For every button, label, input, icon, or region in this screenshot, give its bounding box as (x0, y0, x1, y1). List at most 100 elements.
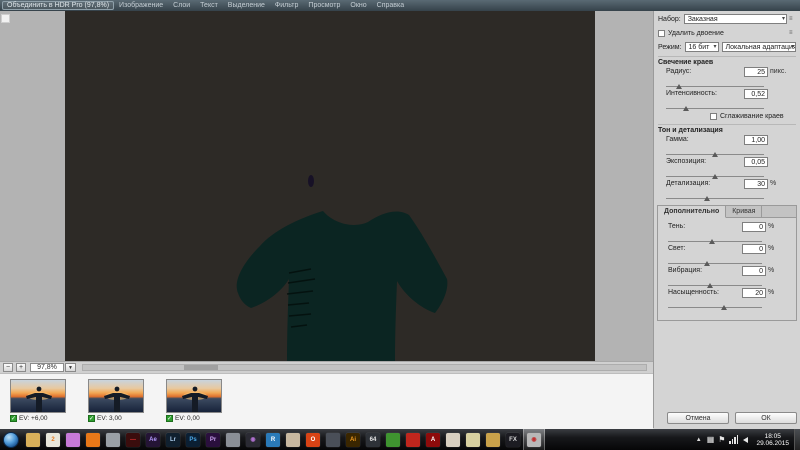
tone-slider-0: Гамма:1,00 (666, 135, 794, 157)
lens-icon-button[interactable]: ◉ (243, 429, 263, 450)
slider-value-input[interactable]: 1,00 (744, 135, 768, 145)
64-app-icon-button[interactable]: 64 (363, 429, 383, 450)
menu-выделение[interactable]: Выделение (228, 2, 265, 9)
ok-button[interactable]: ОК (735, 412, 797, 424)
smooth-edges-label: Сглаживание краев (720, 113, 784, 120)
zoom-out-button[interactable]: − (3, 363, 13, 372)
slider-track[interactable] (668, 237, 762, 242)
slider-value-input[interactable]: 0 (742, 222, 766, 232)
photoshop-icon-button[interactable]: Ps (183, 429, 203, 450)
menu-просмотр[interactable]: Просмотр (308, 2, 340, 9)
slider-track[interactable] (666, 172, 764, 177)
menu-фильтр[interactable]: Фильтр (275, 2, 299, 9)
thumbnail-art (89, 380, 144, 413)
counter-strike-icon-button[interactable] (323, 429, 343, 450)
video-app-icon-button[interactable]: — (123, 429, 143, 450)
explorer-icon-button[interactable] (23, 429, 43, 450)
thumbnail-image[interactable] (166, 379, 222, 413)
flag-icon[interactable]: ⚑ (718, 435, 725, 444)
method-select[interactable]: Локальная адаптация (722, 42, 796, 52)
slider-track[interactable] (668, 281, 762, 286)
slider-value-input[interactable]: 0,05 (744, 157, 768, 167)
menu-слои[interactable]: Слои (173, 2, 190, 9)
illustrator-icon-button[interactable]: Ai (343, 429, 363, 450)
zoom-in-button[interactable]: + (16, 363, 26, 372)
slider-track[interactable] (666, 194, 764, 199)
gold-app-icon-button[interactable] (483, 429, 503, 450)
volume-icon[interactable] (743, 437, 748, 443)
notes-app-icon-button[interactable] (463, 429, 483, 450)
preset-row: Набор: Заказная ≡ (658, 13, 796, 25)
slider-track[interactable] (666, 150, 764, 155)
red-camera-icon-button[interactable] (403, 429, 423, 450)
zoom-level-value[interactable]: 97,8% (30, 363, 64, 372)
opera-icon-button[interactable]: O (303, 429, 323, 450)
preset-select[interactable]: Заказная (684, 14, 787, 24)
scrollbar-thumb[interactable] (184, 365, 218, 370)
menu-справка[interactable]: Справка (377, 2, 404, 9)
network-icon[interactable] (729, 435, 738, 444)
tray-expand-icon[interactable]: ▲ (696, 437, 702, 443)
premiere-icon-button[interactable]: Pr (203, 429, 223, 450)
slider-value-input[interactable]: 20 (742, 288, 766, 298)
firefox-icon-button[interactable] (83, 429, 103, 450)
64-app-icon: 64 (366, 433, 380, 447)
zoom-dropdown-button[interactable]: ▼ (65, 363, 76, 372)
r-app-icon-button[interactable]: R (263, 429, 283, 450)
slider-unit-label: % (768, 267, 790, 274)
slider-thumb[interactable] (704, 196, 710, 201)
advanced-slider-1: Свет:0% (668, 244, 792, 266)
thumbnail-ev-value[interactable]: EV: 3,00 (97, 415, 122, 422)
start-orb[interactable] (3, 432, 19, 448)
hdr-preview-canvas[interactable] (65, 11, 595, 361)
thumbnail-image[interactable] (88, 379, 144, 413)
screenshot-app-icon-button[interactable]: ◉ (523, 429, 545, 450)
panel-menu-icon[interactable]: ≡ (789, 16, 796, 22)
thumbnail-ev-value[interactable]: EV: 0,00 (175, 415, 200, 422)
slider-value-input[interactable]: 0 (742, 266, 766, 276)
horizontal-scrollbar[interactable] (82, 364, 647, 371)
after-effects-icon-button[interactable]: Ae (143, 429, 163, 450)
slider-value-input[interactable]: 30 (744, 179, 768, 189)
thumbnail-checkbox[interactable]: ✓ (10, 415, 17, 422)
action-center-icon[interactable]: ▦ (707, 435, 715, 444)
menu-изображение[interactable]: Изображение (119, 2, 163, 9)
panel-menu-icon-2[interactable]: ≡ (789, 30, 796, 36)
source-images-strip: ✓EV: +6,00✓EV: 3,00✓EV: 0,00 (0, 373, 653, 429)
green-app-icon-button[interactable] (383, 429, 403, 450)
thumbnail-ev-value[interactable]: EV: +6,00 (19, 415, 48, 422)
tab-advanced[interactable]: Дополнительно (658, 206, 726, 218)
photo-viewer-icon-button[interactable] (63, 429, 83, 450)
slider-label: Вибрация: (668, 267, 702, 274)
slider-value-input[interactable]: 0 (742, 244, 766, 254)
show-desktop-button[interactable] (794, 429, 800, 450)
slider-track[interactable] (668, 259, 762, 264)
photo-person-icon-button[interactable] (223, 429, 243, 450)
slider-thumb[interactable] (683, 106, 689, 111)
camera-icon-button[interactable] (103, 429, 123, 450)
slider-track[interactable] (666, 82, 764, 87)
photosphere-icon-button[interactable] (283, 429, 303, 450)
remove-ghosts-checkbox[interactable] (658, 30, 665, 37)
thumbnail-checkbox[interactable]: ✓ (88, 415, 95, 422)
slider-value-input[interactable]: 0,52 (744, 89, 768, 99)
smooth-edges-checkbox[interactable] (710, 113, 717, 120)
fx-app-icon-button[interactable]: FX (503, 429, 523, 450)
lightroom-icon-button[interactable]: Lr (163, 429, 183, 450)
menu-окно[interactable]: Окно (350, 2, 366, 9)
slider-track[interactable] (666, 104, 764, 109)
thumbnail-checkbox[interactable]: ✓ (166, 415, 173, 422)
cancel-button[interactable]: Отмена (667, 412, 729, 424)
acrobat-icon-button[interactable]: A (423, 429, 443, 450)
menu-текст[interactable]: Текст (200, 2, 218, 9)
thumbnail-image[interactable] (10, 379, 66, 413)
menu-bar: Изображение Слои Текст Выделение Фильтр Просм… (114, 2, 409, 9)
slider-thumb[interactable] (721, 305, 727, 310)
tab-curve[interactable]: Кривая (726, 206, 762, 217)
bit-depth-select[interactable]: 16 бит (685, 42, 719, 52)
slider-value-input[interactable]: 25 (744, 67, 768, 77)
tray-clock[interactable]: 18:05 29.06.2015 (756, 433, 789, 447)
2gis-icon-button[interactable]: 2 (43, 429, 63, 450)
avatar-app-icon-button[interactable] (443, 429, 463, 450)
slider-track[interactable] (668, 303, 762, 308)
